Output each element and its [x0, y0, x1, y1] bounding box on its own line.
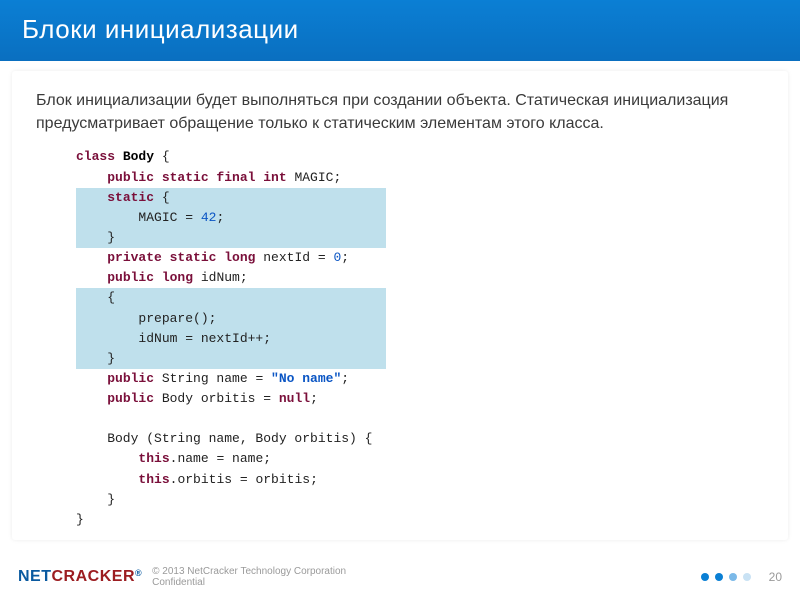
copyright: © 2013 NetCracker Technology Corporation…	[152, 566, 346, 588]
highlighted-line: prepare();	[76, 309, 386, 329]
copyright-line1: © 2013 NetCracker Technology Corporation	[152, 566, 346, 577]
description-text: Блок инициализации будет выполняться при…	[36, 89, 764, 135]
copyright-line2: Confidential	[152, 577, 205, 588]
code-line: class Body {	[76, 147, 764, 167]
code-line: {	[76, 288, 764, 308]
code-line: Body (String name, Body orbitis) {	[76, 429, 764, 449]
code-block: class Body { public static final int MAG…	[36, 147, 764, 530]
slide-title: Блоки инициализации	[22, 14, 299, 44]
highlighted-line: }	[76, 349, 386, 369]
dot-icon	[701, 573, 709, 581]
code-line: public long idNum;	[76, 268, 764, 288]
code-line: }	[76, 349, 764, 369]
logo-reg: ®	[135, 568, 142, 578]
dot-icon	[715, 573, 723, 581]
code-line: public String name = "No name";	[76, 369, 764, 389]
dot-icon	[729, 573, 737, 581]
highlighted-line: {	[76, 288, 386, 308]
code-line: idNum = nextId++;	[76, 329, 764, 349]
code-line: }	[76, 510, 764, 530]
code-line: public static final int MAGIC;	[76, 168, 764, 188]
code-line	[76, 409, 764, 429]
logo-part1: NET	[18, 568, 52, 585]
code-line: this.orbitis = orbitis;	[76, 470, 764, 490]
code-line: MAGIC = 42;	[76, 208, 764, 228]
code-line: static {	[76, 188, 764, 208]
code-line: private static long nextId = 0;	[76, 248, 764, 268]
code-line: this.name = name;	[76, 449, 764, 469]
slide-body: Блок инициализации будет выполняться при…	[12, 71, 788, 540]
code-line: public Body orbitis = null;	[76, 389, 764, 409]
slide-title-bar: Блоки инициализации	[0, 0, 800, 61]
highlighted-line: idNum = nextId++;	[76, 329, 386, 349]
highlighted-line: MAGIC = 42;	[76, 208, 386, 228]
pagination-dots	[701, 573, 751, 581]
code-line: }	[76, 228, 764, 248]
logo-part2: CRACKER	[52, 568, 136, 585]
code-line: }	[76, 490, 764, 510]
logo: NETCRACKER®	[18, 568, 142, 586]
dot-icon	[743, 573, 751, 581]
highlighted-line: static {	[76, 188, 386, 208]
code-line: prepare();	[76, 309, 764, 329]
highlighted-line: }	[76, 228, 386, 248]
footer: NETCRACKER® © 2013 NetCracker Technology…	[0, 560, 800, 594]
page-number: 20	[769, 570, 782, 584]
